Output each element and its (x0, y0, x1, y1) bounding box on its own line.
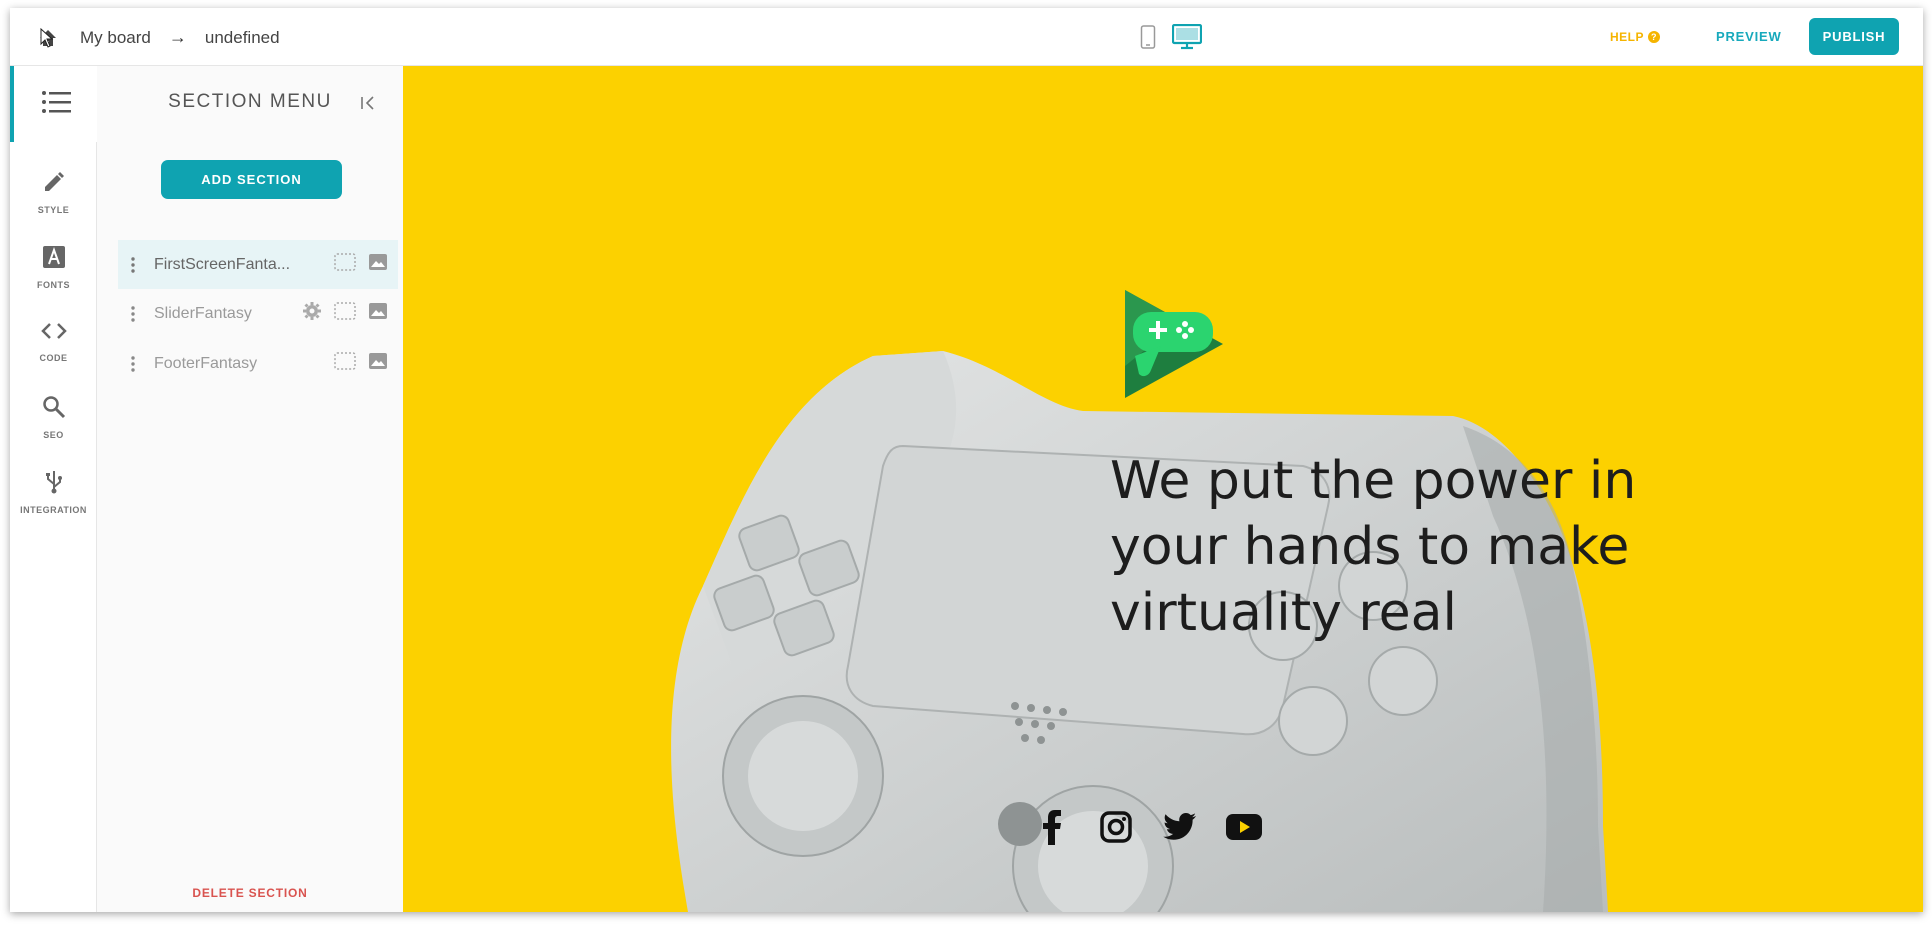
breadcrumb-page: undefined (204, 27, 280, 47)
breadcrumb: My board → undefined (80, 27, 280, 48)
help-label: HELP (1610, 30, 1645, 44)
youtube-icon[interactable] (1225, 808, 1263, 846)
delete-section-button[interactable]: DELETE SECTION (97, 886, 403, 900)
section-item-first-screen[interactable]: FirstScreenFanta... (118, 240, 398, 289)
page-canvas[interactable]: We put the power in your hands to make v… (403, 66, 1923, 912)
section-name: SliderFantasy (154, 304, 252, 322)
rail-seo-label: SEO (43, 430, 64, 440)
hero-heading[interactable]: We put the power in your hands to make v… (1110, 448, 1750, 646)
breadcrumb-board[interactable]: My board (80, 28, 151, 48)
rail-style[interactable]: STYLE (10, 170, 97, 215)
drag-handle-icon[interactable] (118, 305, 148, 322)
font-icon (42, 245, 66, 274)
instagram-icon[interactable] (1097, 808, 1135, 846)
rail-fonts[interactable]: FONTS (10, 245, 97, 290)
app-window: My board → undefined HELP ? PREVIEW PUBL… (10, 8, 1923, 912)
code-icon (40, 320, 67, 347)
mobile-view-icon[interactable] (1140, 25, 1156, 54)
facebook-icon[interactable] (1033, 808, 1071, 846)
section-item-footer[interactable]: FooterFantasy (118, 339, 398, 388)
image-icon[interactable] (368, 302, 388, 325)
section-item-slider[interactable]: SliderFantasy (118, 289, 398, 338)
device-toggle (1140, 23, 1203, 55)
left-rail: STYLE FONTS CODE SEO INTEGRATION (10, 66, 97, 912)
image-icon[interactable] (368, 253, 388, 276)
section-background-icon[interactable] (334, 253, 356, 276)
question-icon: ? (1648, 31, 1661, 43)
pencil-icon (42, 170, 66, 199)
breadcrumb-separator: → (168, 27, 187, 47)
twitter-icon[interactable] (1161, 808, 1199, 846)
panel-title: SECTION MENU (168, 91, 332, 112)
publish-button[interactable]: PUBLISH (1809, 18, 1899, 55)
section-background-icon[interactable] (334, 352, 356, 375)
rail-style-label: STYLE (37, 205, 70, 215)
gear-icon[interactable] (302, 301, 322, 326)
game-logo-icon (1121, 286, 1227, 407)
add-section-button[interactable]: ADD SECTION (161, 160, 342, 199)
rail-code[interactable]: CODE (10, 320, 97, 363)
section-menu-toggle[interactable] (10, 66, 97, 142)
social-links (1033, 808, 1263, 846)
collapse-panel-icon[interactable] (359, 94, 377, 112)
usb-icon (44, 470, 64, 499)
section-background-icon[interactable] (334, 302, 356, 325)
rail-code-label: CODE (39, 353, 68, 363)
drag-handle-icon[interactable] (118, 256, 148, 273)
drag-handle-icon[interactable] (118, 355, 148, 372)
search-icon (42, 395, 66, 424)
section-name: FooterFantasy (154, 354, 258, 372)
desktop-view-icon[interactable] (1171, 23, 1203, 55)
help-link[interactable]: HELP ? (1610, 30, 1661, 44)
top-bar: My board → undefined HELP ? PREVIEW PUBL… (10, 8, 1923, 66)
section-menu-panel: SECTION MENU ADD SECTION FirstScreenFant… (97, 66, 403, 912)
list-icon (41, 90, 71, 119)
section-name: FirstScreenFanta... (154, 255, 291, 273)
rail-fonts-label: FONTS (37, 280, 70, 290)
rail-integration-label: INTEGRATION (20, 505, 87, 515)
rail-seo[interactable]: SEO (10, 395, 97, 440)
mouse-cursor-icon (40, 27, 54, 53)
rail-integration[interactable]: INTEGRATION (10, 470, 97, 515)
preview-button[interactable]: PREVIEW (1716, 29, 1782, 44)
image-icon[interactable] (368, 352, 388, 375)
